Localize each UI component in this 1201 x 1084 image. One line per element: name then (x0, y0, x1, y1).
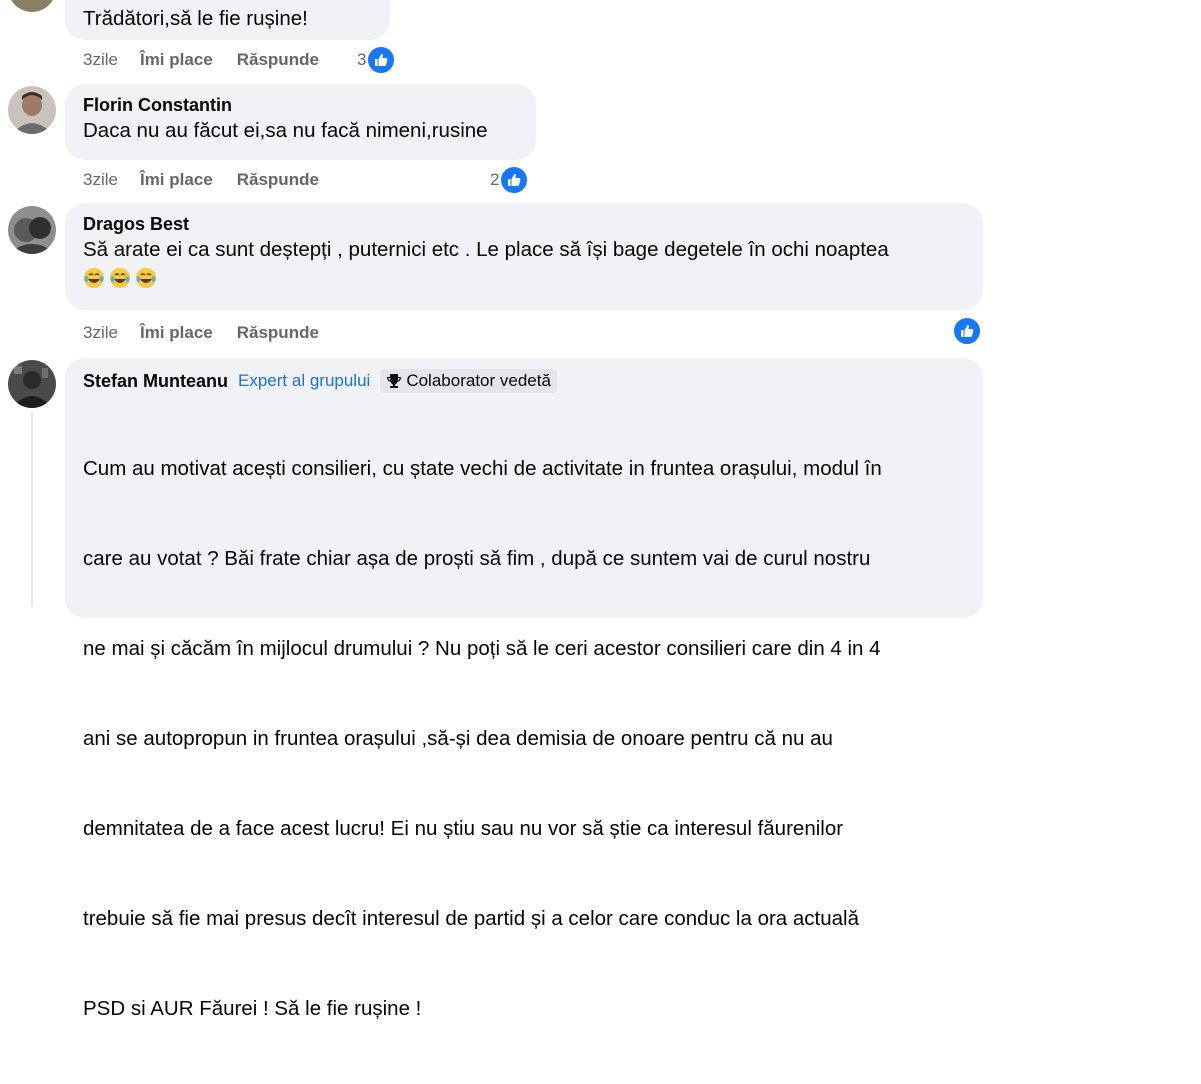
laughing-tears-emoji (136, 268, 156, 288)
comment-author[interactable]: Florin Constantin (83, 94, 518, 116)
badge-label: Colaborator vedetă (406, 371, 551, 390)
reply-button[interactable]: Răspunde (237, 170, 319, 190)
comment-bubble: Florin Constantin Daca nu au făcut ei,sa… (65, 84, 536, 160)
comment-bubble: Dragos Best Să arate ei ca sunt deștepți… (65, 203, 983, 310)
comment-actions: 3zile Îmi place Răspunde (83, 323, 343, 343)
like-button[interactable]: Îmi place (140, 50, 213, 70)
expert-badge[interactable]: Expert al grupului (238, 371, 370, 391)
comment-text: Trădători,să le fie rușine! (83, 7, 308, 30)
comment-text: Cum au motivat acești consilieri, cu șta… (83, 394, 965, 1084)
laughing-tears-emoji (110, 268, 130, 288)
laughing-tears-emoji (84, 268, 104, 288)
like-button[interactable]: Îmi place (140, 170, 213, 190)
avatar[interactable] (8, 86, 56, 134)
emoji-row (83, 267, 965, 289)
text-line: trebuie să fie mai presus decît interesu… (83, 907, 859, 930)
reaction-count[interactable] (952, 316, 982, 346)
reply-button[interactable]: Răspunde (237, 50, 319, 70)
trophy-icon (387, 374, 402, 388)
comment-time[interactable]: 3zile (83, 323, 118, 343)
like-button[interactable]: Îmi place (140, 323, 213, 343)
avatar[interactable] (8, 0, 56, 12)
reaction-count[interactable]: 3 (357, 45, 397, 75)
avatar[interactable] (8, 206, 56, 254)
comment-author[interactable]: Dragos Best (83, 213, 965, 235)
reaction-number: 2 (490, 170, 500, 189)
text-line: demnitatea de a face acest lucru! Ei nu … (83, 817, 844, 840)
top-contributor-badge[interactable]: Colaborator vedetă (380, 369, 557, 393)
thumbs-up-icon (366, 45, 397, 75)
comment-text: Daca nu au făcut ei,sa nu facă nimeni,ru… (83, 119, 488, 142)
thumbs-up-icon (499, 165, 530, 195)
text-line: Cum au motivat acești consilieri, cu șta… (83, 457, 882, 480)
thread-line (31, 412, 33, 607)
comment-actions: 3zile Îmi place Răspunde (83, 50, 343, 70)
comment-time[interactable]: 3zile (83, 170, 118, 190)
comment-text: Să arate ei ca sunt deștepți , puternici… (83, 238, 889, 261)
comment-bubble: Trădători,să le fie rușine! (65, 0, 390, 40)
comment-actions: 3zile Îmi place Răspunde (83, 170, 343, 190)
reply-button[interactable]: Răspunde (237, 323, 319, 343)
reaction-count[interactable]: 2 (490, 165, 530, 195)
thumbs-up-icon (952, 316, 982, 346)
text-line: ani se autopropun in fruntea orașului ,s… (83, 727, 833, 750)
text-line: ne mai și căcăm în mijlocul drumului ? N… (83, 637, 881, 660)
comment-time[interactable]: 3zile (83, 50, 118, 70)
text-line: PSD si AUR Făurei ! Să le fie rușine ! (83, 997, 422, 1020)
comment-author[interactable]: Stefan Munteanu (83, 370, 228, 392)
reaction-number: 3 (357, 50, 367, 69)
text-line: care au votat ? Băi frate chiar așa de p… (83, 547, 871, 570)
avatar[interactable] (8, 360, 56, 408)
comment-bubble: Stefan Munteanu Expert al grupului Colab… (65, 358, 983, 1020)
comment-header: Stefan Munteanu Expert al grupului Colab… (83, 368, 965, 394)
